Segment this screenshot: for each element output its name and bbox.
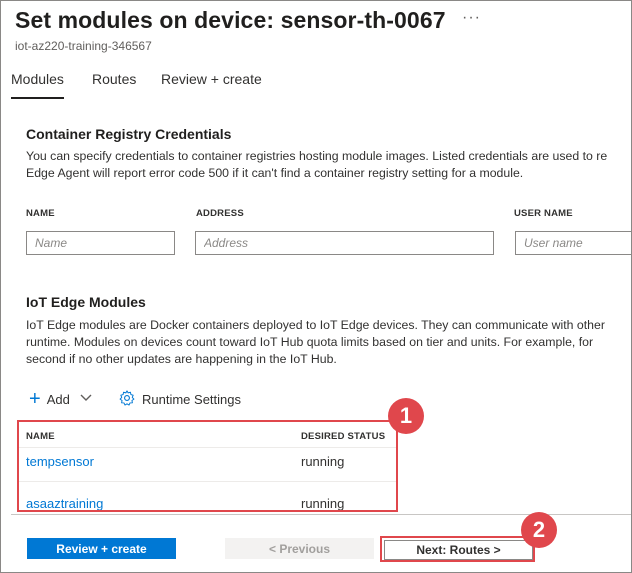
module-status-asaaztraining: running bbox=[301, 496, 345, 511]
chevron-down-icon bbox=[80, 393, 92, 405]
add-label: Add bbox=[46, 391, 70, 407]
add-module-button[interactable]: + Add bbox=[29, 389, 92, 409]
previous-button: < Previous bbox=[225, 538, 374, 559]
modules-description-line1: IoT Edge modules are Docker containers d… bbox=[26, 318, 605, 332]
registry-description-line1: You can specify credentials to container… bbox=[26, 149, 608, 163]
modules-section-title: IoT Edge Modules bbox=[26, 294, 146, 310]
app-frame: Set modules on device: sensor-th-0067 ··… bbox=[0, 0, 632, 573]
step-badge-2: 2 bbox=[521, 512, 557, 548]
module-link-tempsensor[interactable]: tempsensor bbox=[26, 454, 94, 469]
next-routes-button[interactable]: Next: Routes > bbox=[384, 540, 533, 560]
tab-review-create[interactable]: Review + create bbox=[161, 71, 262, 99]
column-header-name: NAME bbox=[26, 431, 55, 442]
page-title: Set modules on device: sensor-th-0067 bbox=[15, 7, 446, 33]
modules-description-line3: second if no other updates are happening… bbox=[26, 352, 337, 366]
runtime-settings-label: Runtime Settings bbox=[142, 392, 241, 407]
review-create-button[interactable]: Review + create bbox=[27, 538, 176, 559]
step-badge-1: 1 bbox=[388, 398, 424, 434]
table-divider bbox=[18, 481, 396, 482]
registry-name-label: NAME bbox=[26, 208, 55, 219]
tab-modules[interactable]: Modules bbox=[11, 71, 64, 99]
plus-icon: + bbox=[29, 388, 41, 410]
runtime-settings-button[interactable]: Runtime Settings bbox=[118, 389, 241, 410]
column-header-desired-status: DESIRED STATUS bbox=[301, 431, 386, 442]
modules-description-line2: runtime. Modules on devices count toward… bbox=[26, 335, 594, 349]
registry-name-input[interactable] bbox=[26, 231, 175, 255]
page-subtitle: iot-az220-training-346567 bbox=[15, 39, 152, 53]
registry-username-label: USER NAME bbox=[514, 208, 573, 219]
tab-routes[interactable]: Routes bbox=[92, 71, 136, 99]
more-options-icon[interactable]: ··· bbox=[462, 9, 481, 27]
registry-address-input[interactable] bbox=[195, 231, 494, 255]
table-divider bbox=[18, 447, 396, 448]
module-link-asaaztraining[interactable]: asaaztraining bbox=[26, 496, 103, 511]
registry-section-title: Container Registry Credentials bbox=[26, 126, 232, 142]
registry-username-input[interactable] bbox=[515, 231, 631, 255]
module-status-tempsensor: running bbox=[301, 454, 345, 469]
gear-icon bbox=[118, 389, 142, 410]
registry-description-line2: Edge Agent will report error code 500 if… bbox=[26, 166, 524, 180]
registry-address-label: ADDRESS bbox=[196, 208, 244, 219]
